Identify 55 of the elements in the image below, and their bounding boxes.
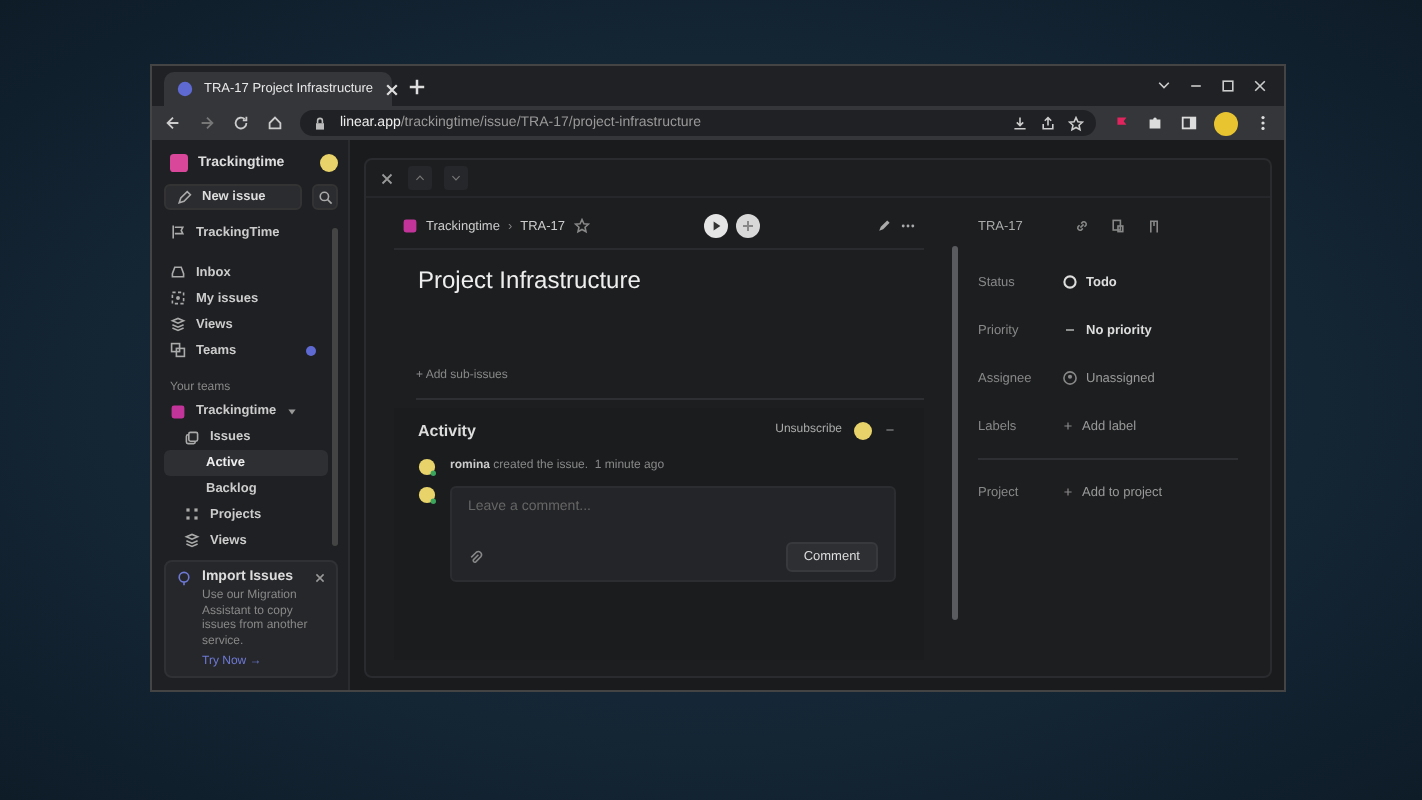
paperclip-icon[interactable] bbox=[468, 549, 484, 565]
plus-icon bbox=[1062, 420, 1074, 432]
edit-icon[interactable] bbox=[876, 218, 893, 234]
star-icon[interactable] bbox=[1068, 115, 1084, 131]
projects-icon bbox=[184, 506, 200, 523]
team-logo-icon bbox=[170, 403, 186, 420]
flag-icon bbox=[170, 224, 186, 241]
issue-title[interactable]: Project Infrastructure bbox=[418, 266, 924, 370]
edit-icon bbox=[176, 189, 192, 205]
target-icon bbox=[170, 290, 186, 307]
reload-icon[interactable] bbox=[232, 114, 250, 132]
workspace-logo-icon bbox=[170, 154, 188, 172]
close-icon[interactable] bbox=[314, 571, 326, 584]
new-tab-icon[interactable] bbox=[408, 77, 426, 95]
download-icon[interactable] bbox=[1012, 115, 1028, 131]
scrollbar[interactable] bbox=[952, 246, 958, 620]
link-icon[interactable] bbox=[1074, 218, 1090, 234]
chevron-down-icon bbox=[450, 172, 462, 184]
maximize-icon[interactable] bbox=[1220, 78, 1236, 94]
star-icon[interactable] bbox=[573, 218, 590, 234]
import-icon bbox=[176, 569, 192, 586]
user-icon bbox=[1062, 370, 1078, 386]
search-button[interactable] bbox=[312, 184, 338, 210]
minus-icon[interactable] bbox=[884, 424, 896, 436]
issues-icon bbox=[184, 429, 200, 446]
team-logo-icon bbox=[402, 218, 418, 234]
chevron-down-icon[interactable] bbox=[1156, 78, 1172, 94]
back-arrow-icon[interactable] bbox=[164, 114, 182, 132]
home-icon[interactable] bbox=[266, 114, 284, 132]
chevron-up-icon bbox=[414, 172, 426, 184]
avatar-icon bbox=[854, 421, 872, 439]
scrollbar[interactable] bbox=[332, 228, 338, 546]
add-icon[interactable] bbox=[736, 214, 761, 238]
avatar-icon[interactable] bbox=[320, 154, 338, 172]
lock-icon bbox=[312, 115, 328, 131]
plus-icon bbox=[1062, 486, 1074, 498]
inbox-icon bbox=[170, 264, 186, 281]
avatar-icon[interactable] bbox=[1214, 111, 1238, 135]
teams-icon bbox=[170, 342, 186, 359]
favicon-icon bbox=[176, 80, 194, 98]
search-icon bbox=[317, 189, 333, 205]
sidebar-toggle-icon[interactable] bbox=[1180, 114, 1198, 132]
avatar-icon bbox=[418, 457, 436, 475]
avatar-icon bbox=[418, 486, 436, 504]
play-icon[interactable] bbox=[704, 214, 729, 238]
layers-icon bbox=[184, 532, 200, 549]
forward-arrow-icon[interactable] bbox=[198, 114, 216, 132]
close-icon[interactable] bbox=[1252, 78, 1268, 94]
close-icon[interactable] bbox=[378, 169, 396, 187]
copy-icon[interactable] bbox=[1110, 218, 1126, 234]
share-icon[interactable] bbox=[1040, 115, 1056, 131]
activity-heading: Activity bbox=[418, 421, 476, 439]
notification-dot bbox=[306, 345, 316, 356]
layers-icon bbox=[170, 316, 186, 333]
circle-icon bbox=[1062, 274, 1078, 290]
